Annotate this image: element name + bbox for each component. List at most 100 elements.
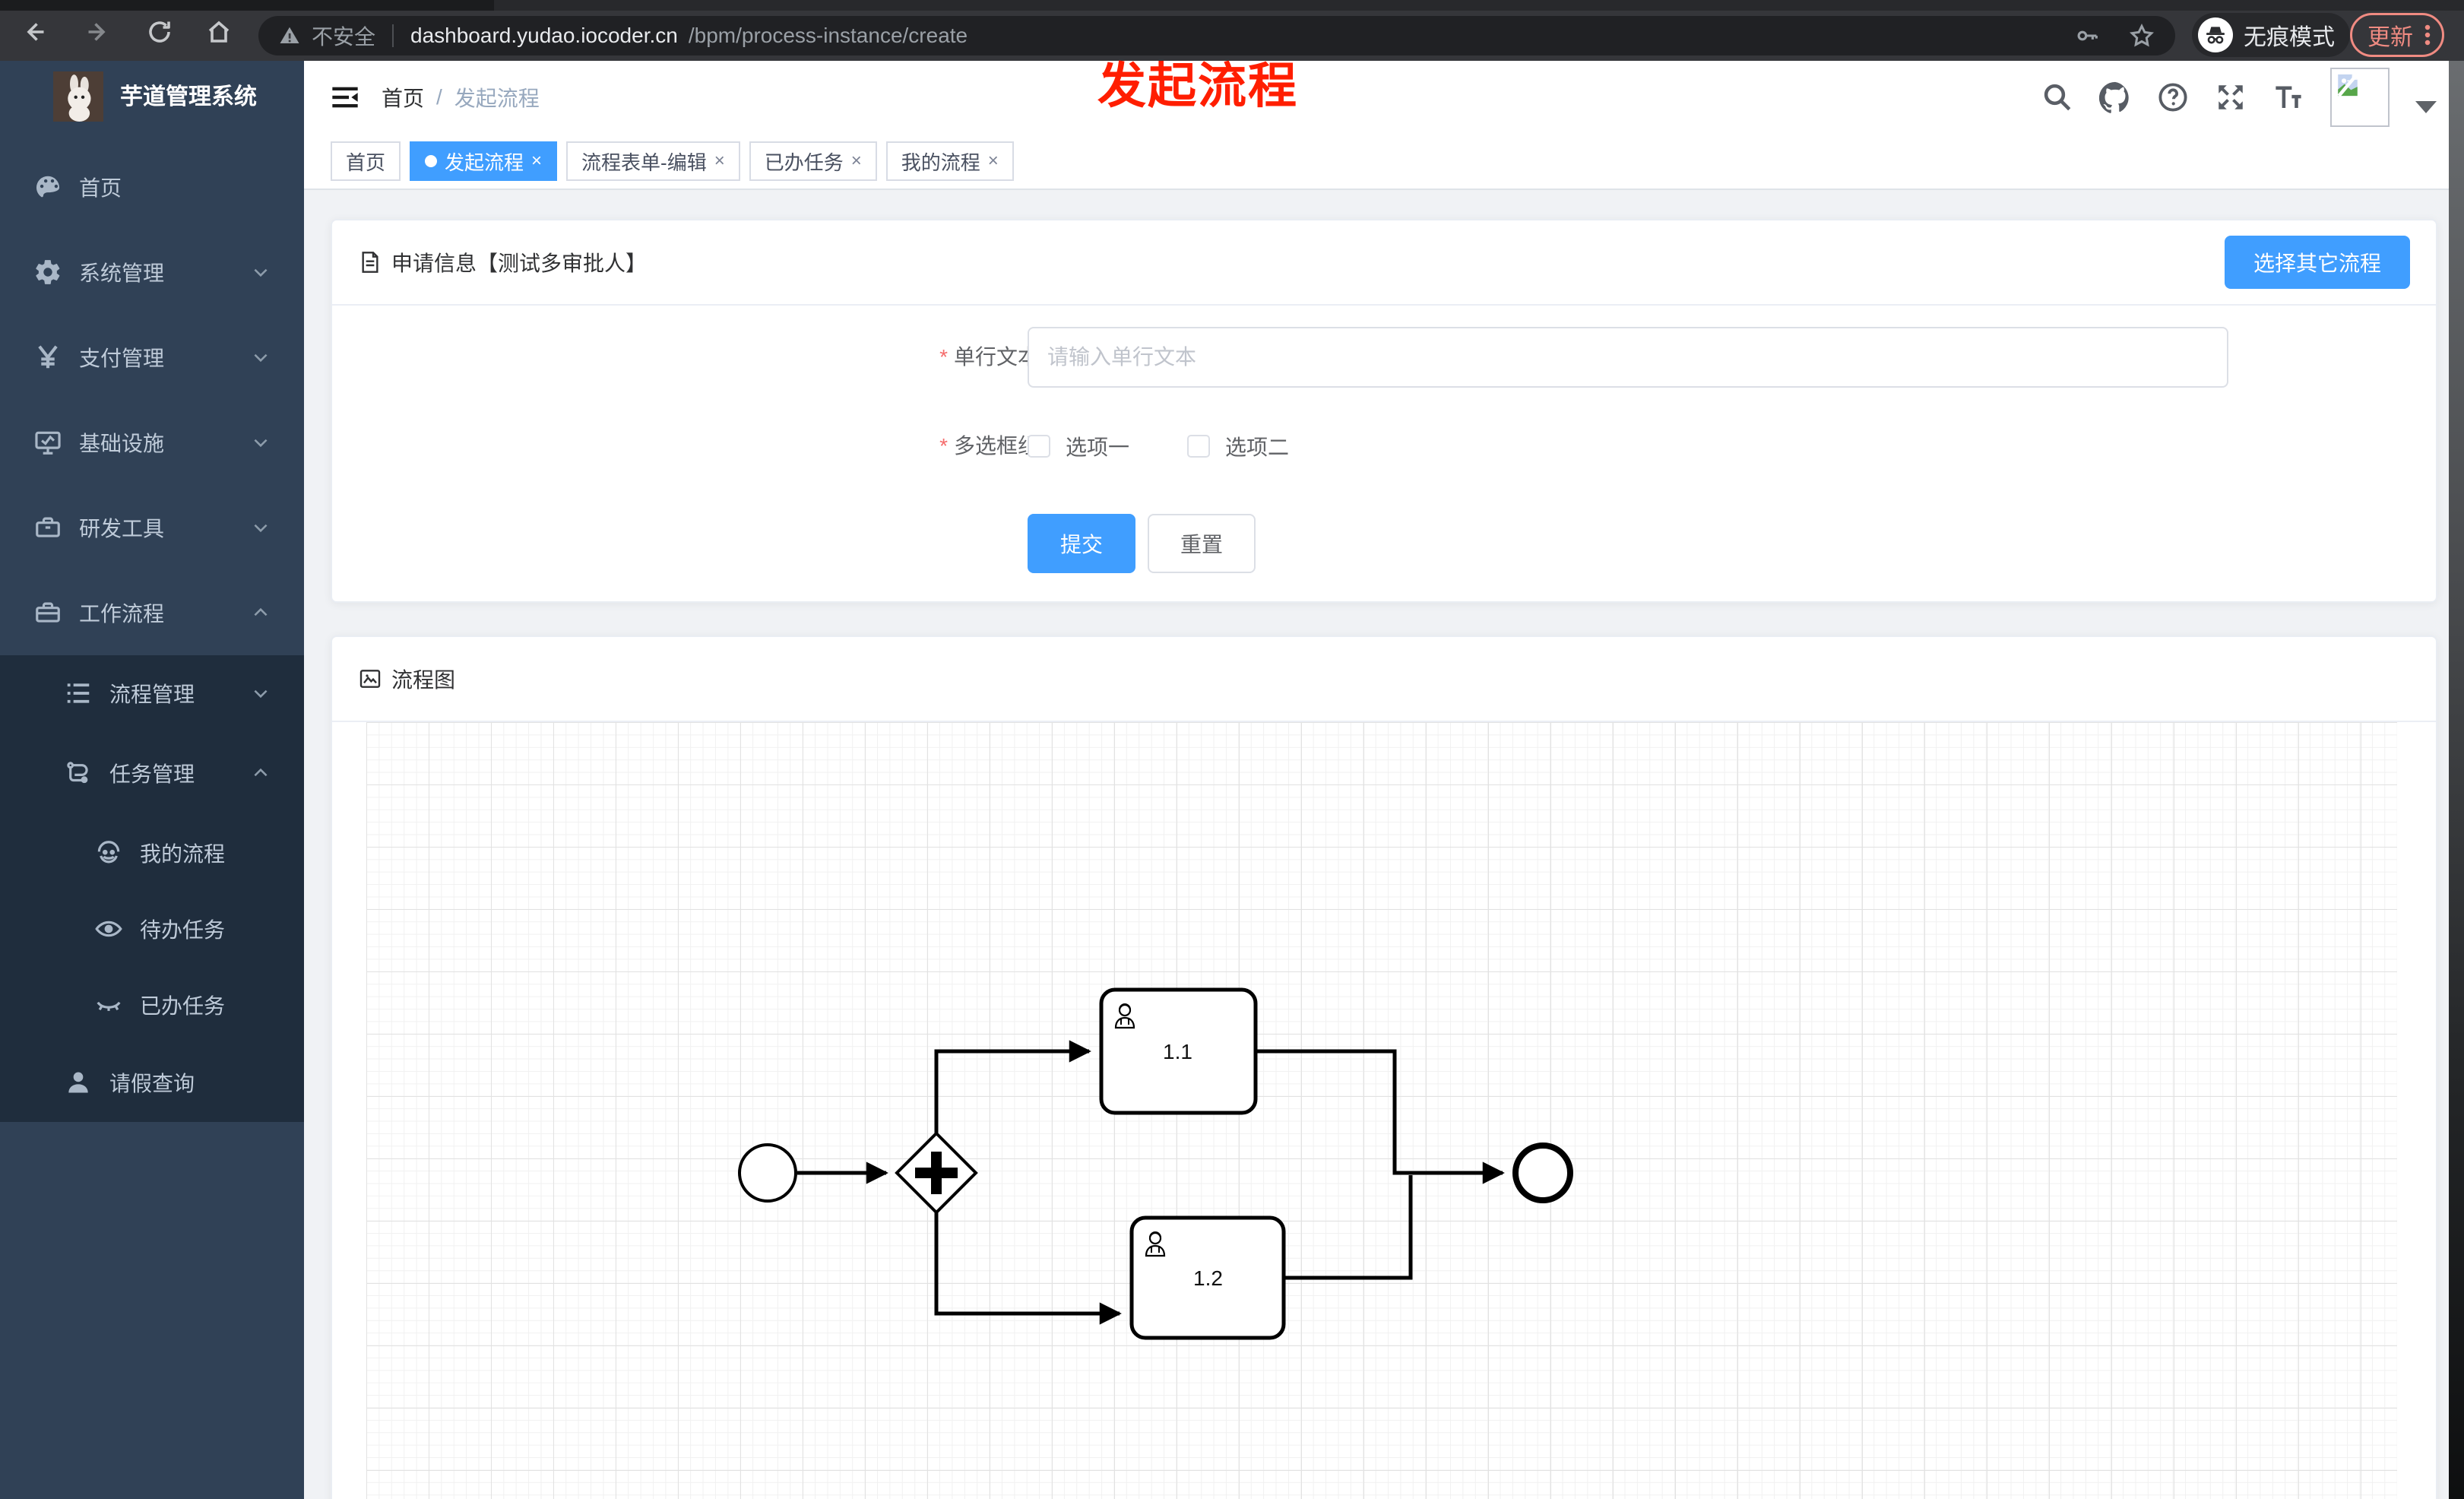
- address-divider: [392, 24, 394, 47]
- tab-form-edit[interactable]: 流程表单-编辑 ×: [566, 141, 740, 181]
- browser-tabstrip: [0, 0, 2464, 11]
- tab-label: 已办任务: [764, 151, 844, 174]
- required-mark: *: [939, 434, 948, 458]
- process-diagram-card: 流程图 1.1 1.2: [331, 635, 2437, 1499]
- reset-button[interactable]: 重置: [1148, 514, 1256, 573]
- sidebar-item-todo-tasks[interactable]: 待办任务: [0, 891, 304, 967]
- user-task-1-1-node[interactable]: 1.1: [1099, 987, 1258, 1115]
- document-icon: [362, 252, 378, 273]
- sidebar-item-label: 系统管理: [79, 261, 165, 285]
- option2-checkbox[interactable]: [1187, 435, 1211, 458]
- chevron-down-icon: [254, 524, 268, 533]
- skill-icon: [64, 759, 93, 788]
- browser-menu-dots-icon[interactable]: [2424, 24, 2431, 46]
- chevron-down-icon: [254, 268, 268, 277]
- browser-tab[interactable]: [0, 0, 494, 11]
- sidebar-item-label: 待办任务: [140, 918, 226, 942]
- sidebar-item-devtools[interactable]: 研发工具: [0, 485, 304, 570]
- home-button[interactable]: [204, 17, 234, 47]
- fullscreen-button[interactable]: [2215, 81, 2247, 113]
- help-button[interactable]: [2157, 81, 2189, 113]
- bookmark-star-icon[interactable]: [2128, 22, 2155, 49]
- github-button[interactable]: [2099, 81, 2131, 113]
- tab-done-tasks[interactable]: 已办任务 ×: [749, 141, 877, 181]
- eye-closed-icon: [94, 990, 123, 1019]
- tab-my-process[interactable]: 我的流程 ×: [885, 141, 1014, 181]
- sidebar-item-label: 任务管理: [109, 762, 195, 786]
- breadcrumb-home[interactable]: 首页: [382, 82, 424, 113]
- close-tab-icon[interactable]: ×: [714, 151, 725, 172]
- single-line-text-input[interactable]: [1028, 327, 2228, 388]
- sidebar-item-label: 流程管理: [109, 683, 195, 706]
- app-navbar: 首页 / 发起流程: [304, 61, 2464, 134]
- password-key-icon[interactable]: [2075, 23, 2101, 49]
- forward-icon: [88, 23, 106, 41]
- sidebar-item-label: 我的流程: [140, 842, 226, 866]
- sidebar-item-done-tasks[interactable]: 已办任务: [0, 967, 304, 1043]
- reload-button[interactable]: [144, 17, 175, 47]
- face-icon: [94, 838, 123, 867]
- sidebar-item-leave-query[interactable]: 请假查询: [0, 1043, 304, 1122]
- bpmn-diagram: 1.1 1.2: [738, 987, 1573, 1340]
- start-event-node[interactable]: [738, 1143, 797, 1203]
- close-tab-icon[interactable]: ×: [988, 151, 999, 172]
- sidebar-item-system[interactable]: 系统管理: [0, 230, 304, 315]
- apply-info-card: 申请信息【测试多审批人】 选择其它流程 *单行文本 *多选框组 选项一 选项二 …: [331, 219, 2437, 603]
- sidebar-item-my-process[interactable]: 我的流程: [0, 815, 304, 891]
- font-size-button[interactable]: [2272, 81, 2304, 113]
- task-label: 1.2: [1193, 1266, 1223, 1290]
- user-task-1-2-node[interactable]: 1.2: [1129, 1215, 1286, 1340]
- app-logo: [53, 71, 103, 122]
- back-icon: [27, 23, 44, 41]
- url-path: /bpm/process-instance/create: [688, 24, 968, 47]
- sidebar-item-workflow[interactable]: 工作流程: [0, 570, 304, 655]
- search-button[interactable]: [2041, 81, 2073, 113]
- reload-icon: [149, 21, 170, 43]
- window-scrollbar[interactable]: [2449, 61, 2464, 1499]
- security-label: 不安全: [312, 25, 376, 49]
- sidebar-item-home[interactable]: 首页: [0, 144, 304, 230]
- text-field-label: * 单行文本: [939, 345, 1039, 369]
- avatar-caret-icon[interactable]: [2415, 101, 2437, 113]
- parallel-gateway-node[interactable]: [895, 1131, 978, 1215]
- broken-image-icon: [2337, 74, 2358, 97]
- briefcase-icon: [33, 598, 62, 627]
- process-diagram-title: 流程图: [391, 668, 456, 692]
- sidebar-item-process-mgmt[interactable]: 流程管理: [0, 655, 304, 731]
- close-tab-icon[interactable]: ×: [851, 151, 862, 172]
- sidebar-item-label: 已办任务: [140, 994, 226, 1018]
- process-diagram-header: 流程图: [332, 637, 2436, 722]
- option2-label[interactable]: 选项二: [1225, 431, 1289, 461]
- sidebar-item-label: 研发工具: [79, 517, 165, 540]
- end-event-node[interactable]: [1512, 1142, 1573, 1203]
- not-secure-icon: [280, 27, 299, 43]
- navbar-actions: [2041, 61, 2437, 134]
- chevron-down-icon: [254, 439, 268, 448]
- close-tab-icon[interactable]: ×: [531, 151, 542, 172]
- home-icon: [208, 21, 230, 43]
- dashboard-icon: [33, 173, 62, 201]
- tab-home[interactable]: 首页: [331, 141, 401, 181]
- avatar[interactable]: [2330, 68, 2390, 127]
- sidebar-toggle-button[interactable]: [330, 82, 360, 113]
- tab-label: 流程表单-编辑: [581, 151, 707, 174]
- sidebar-item-payment[interactable]: 支付管理: [0, 315, 304, 400]
- sidebar-item-infrastructure[interactable]: 基础设施: [0, 400, 304, 485]
- sidebar-logo-row[interactable]: 芋道管理系统: [0, 61, 304, 144]
- tab-start-process[interactable]: 发起流程 ×: [410, 141, 558, 181]
- sidebar-item-task-mgmt[interactable]: 任务管理: [0, 731, 304, 815]
- option1-checkbox[interactable]: [1028, 435, 1050, 458]
- submit-button[interactable]: 提交: [1028, 514, 1135, 573]
- update-browser-button[interactable]: 更新: [2350, 13, 2444, 57]
- back-button[interactable]: [18, 17, 49, 47]
- choose-other-process-button[interactable]: 选择其它流程: [2224, 236, 2410, 289]
- fullscreen-icon: [2219, 85, 2243, 109]
- main-content: 申请信息【测试多审批人】 选择其它流程 *单行文本 *多选框组 选项一 选项二 …: [304, 190, 2464, 1499]
- option1-label[interactable]: 选项一: [1066, 431, 1129, 461]
- forward-button[interactable]: [84, 17, 114, 47]
- chevron-down-icon: [254, 689, 268, 699]
- tab-label: 发起流程: [445, 151, 524, 174]
- bpmn-canvas[interactable]: 1.1 1.2: [366, 722, 2397, 1499]
- flow-task2-to-end: [1284, 1175, 1413, 1280]
- font-size-icon: [2276, 86, 2301, 108]
